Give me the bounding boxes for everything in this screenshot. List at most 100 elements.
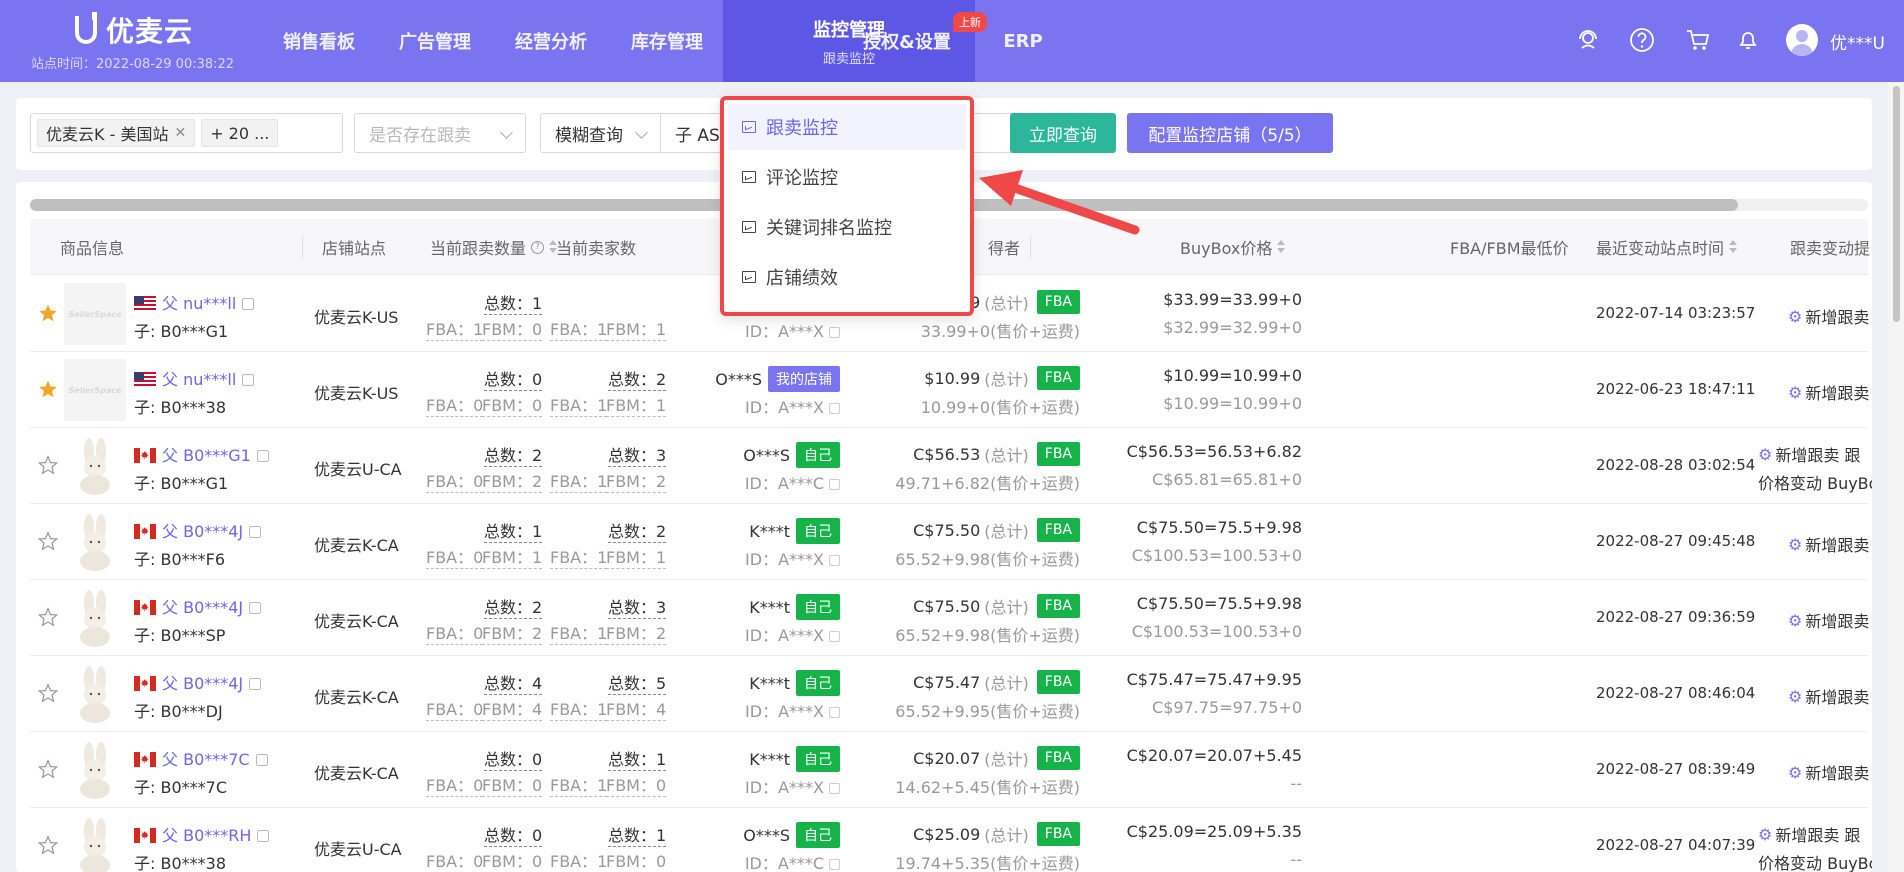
external-link-icon[interactable]: [257, 830, 270, 842]
seller-fbm[interactable]: FBM：1: [606, 316, 667, 341]
gear-icon[interactable]: ⚙: [1788, 535, 1802, 554]
external-link-icon[interactable]: [829, 859, 840, 870]
external-link-icon[interactable]: [829, 707, 840, 718]
star-outline-icon[interactable]: [37, 607, 60, 629]
table-row[interactable]: SellerSpace 父 nu***ll 子: B0***38 优麦云K-US 总数：…: [30, 352, 1869, 428]
product-image[interactable]: SellerSpace: [64, 359, 126, 421]
seller-total[interactable]: 总数：3: [608, 442, 667, 467]
nav-sales-dashboard[interactable]: 销售看板: [283, 0, 355, 82]
seller-total[interactable]: 总数：2: [608, 366, 667, 391]
follow-filter-select[interactable]: 是否存在跟卖: [354, 113, 526, 153]
query-button[interactable]: 立即查询: [1010, 113, 1116, 153]
external-link-icon[interactable]: [829, 327, 840, 338]
follow-fba[interactable]: FBA：0: [426, 848, 483, 872]
avatar[interactable]: [1786, 24, 1818, 56]
change-tags[interactable]: ⚙ 新增跟卖: [1788, 760, 1869, 784]
change-tags[interactable]: ⚙ 新增跟卖: [1788, 532, 1869, 556]
gear-icon[interactable]: ⚙: [1758, 825, 1772, 844]
seller-total[interactable]: 总数：3: [608, 594, 667, 619]
external-link-icon[interactable]: [829, 479, 840, 490]
star-outline-icon[interactable]: [37, 455, 60, 477]
star-outline-icon[interactable]: [37, 759, 60, 781]
external-link-icon[interactable]: [249, 526, 262, 538]
star-outline-icon[interactable]: [37, 531, 60, 553]
seller-fbm[interactable]: FBM：0: [606, 848, 666, 872]
table-row[interactable]: 父 B0***4J 子: B0***SP 优麦云K-CA 总数：2 FBA：0 FBM：2…: [30, 580, 1869, 656]
table-row[interactable]: 父 B0***4J 子: B0***DJ 优麦云K-CA 总数：4 FBA：0 FBM：4…: [30, 656, 1869, 732]
seller-fbm[interactable]: FBM：1: [606, 544, 667, 569]
external-link-icon[interactable]: [829, 631, 840, 642]
parent-asin-link[interactable]: 父 nu***ll: [134, 366, 255, 390]
store-more-chip[interactable]: + 20 ...: [201, 119, 279, 147]
follow-total[interactable]: 总数：0: [484, 822, 543, 847]
seller-fba[interactable]: FBA：1: [550, 468, 608, 493]
scrollbar-thumb[interactable]: [1893, 86, 1900, 322]
external-link-icon[interactable]: [242, 298, 255, 310]
menu-item-keyword-rank[interactable]: 关键词排名监控: [728, 204, 966, 250]
change-tags[interactable]: ⚙ 新增跟卖: [1788, 684, 1869, 708]
seller-fba[interactable]: FBA：1: [550, 696, 608, 721]
follow-fba[interactable]: FBA：0: [426, 620, 484, 645]
th-buybox-price[interactable]: BuyBox价格: [1180, 219, 1286, 275]
product-image[interactable]: [64, 815, 126, 872]
product-image[interactable]: [64, 663, 126, 725]
external-link-icon[interactable]: [249, 602, 262, 614]
star-filled-icon[interactable]: [38, 379, 60, 401]
external-link-icon[interactable]: [242, 374, 255, 386]
brand-logo[interactable]: 优麦云: [75, 10, 193, 50]
sort-icon[interactable]: [1729, 240, 1738, 254]
follow-fbm[interactable]: FBM：2: [482, 620, 543, 645]
nav-auth-settings[interactable]: 授权&设置: [863, 0, 951, 82]
seller-fba[interactable]: FBA：1: [550, 772, 608, 797]
table-row[interactable]: 父 B0***4J 子: B0***F6 优麦云K-CA 总数：1 FBA：0 FBM：1…: [30, 504, 1869, 580]
owner-id[interactable]: ID：A***X: [745, 698, 840, 722]
menu-item-follow-monitor[interactable]: 跟卖监控: [728, 104, 966, 150]
follow-total[interactable]: 总数：1: [484, 290, 543, 315]
follow-fbm[interactable]: FBM：2: [482, 468, 543, 493]
external-link-icon[interactable]: [829, 783, 840, 794]
follow-fba[interactable]: FBA：0: [426, 468, 484, 493]
column-divider[interactable]: [1030, 235, 1031, 259]
follow-fba[interactable]: FBA：1: [426, 316, 484, 341]
seller-total[interactable]: 总数：5: [608, 670, 667, 695]
follow-fbm[interactable]: FBM：0: [482, 772, 543, 797]
gear-icon[interactable]: ⚙: [1788, 307, 1802, 326]
seller-total[interactable]: 总数：1: [608, 746, 667, 771]
follow-fbm[interactable]: FBM：0: [482, 848, 542, 872]
change-tags[interactable]: ⚙ 新增跟卖: [1788, 608, 1869, 632]
table-row[interactable]: 父 B0***7C 子: B0***7C 优麦云K-CA 总数：0 FBA：0 FBM：0…: [30, 732, 1869, 808]
follow-fbm[interactable]: FBM：4: [482, 696, 543, 721]
sort-icon[interactable]: [1277, 240, 1286, 254]
table-row[interactable]: 父 B0***G1 子: B0***G1 优麦云U-CA 总数：2 FBA：0 FBM：2…: [30, 428, 1872, 504]
gear-icon[interactable]: ⚙: [1788, 763, 1802, 782]
seller-total[interactable]: 总数：2: [608, 518, 667, 543]
external-link-icon[interactable]: [829, 403, 840, 414]
store-chip[interactable]: 优麦云K - 美国站 ✕: [37, 119, 196, 147]
gear-icon[interactable]: ⚙: [1788, 687, 1802, 706]
gear-icon[interactable]: ⚙: [1788, 383, 1802, 402]
follow-fbm[interactable]: FBM：1: [482, 544, 543, 569]
parent-asin-link[interactable]: 父 B0***RH: [134, 822, 270, 846]
seller-fba[interactable]: FBA：1: [550, 544, 608, 569]
nav-ads[interactable]: 广告管理: [397, 0, 473, 82]
star-outline-icon[interactable]: [37, 835, 60, 857]
gear-icon[interactable]: ⚙: [1788, 611, 1802, 630]
bell-icon[interactable]: [1734, 26, 1762, 54]
menu-item-store-performance[interactable]: 店铺绩效: [728, 254, 966, 300]
product-image[interactable]: [64, 511, 126, 573]
seller-fbm[interactable]: FBM：2: [606, 620, 667, 645]
menu-item-review-monitor[interactable]: 评论监控: [728, 154, 966, 200]
th-current-sellers[interactable]: 当前卖家数: [556, 219, 636, 275]
seller-fbm[interactable]: FBM：1: [606, 392, 667, 417]
gear-icon[interactable]: ⚙: [1758, 445, 1772, 464]
username[interactable]: 优***U: [1830, 29, 1885, 54]
help-icon[interactable]: [1628, 26, 1656, 54]
follow-fbm[interactable]: FBM：0: [482, 316, 543, 341]
follow-total[interactable]: 总数：2: [484, 594, 543, 619]
owner-id[interactable]: ID：A***X: [745, 318, 840, 342]
owner-id[interactable]: ID：A***X: [745, 774, 840, 798]
external-link-icon[interactable]: [255, 754, 268, 766]
external-link-icon[interactable]: [256, 450, 269, 462]
store-select[interactable]: 优麦云K - 美国站 ✕ + 20 ...: [30, 113, 343, 153]
column-divider[interactable]: [302, 235, 303, 259]
